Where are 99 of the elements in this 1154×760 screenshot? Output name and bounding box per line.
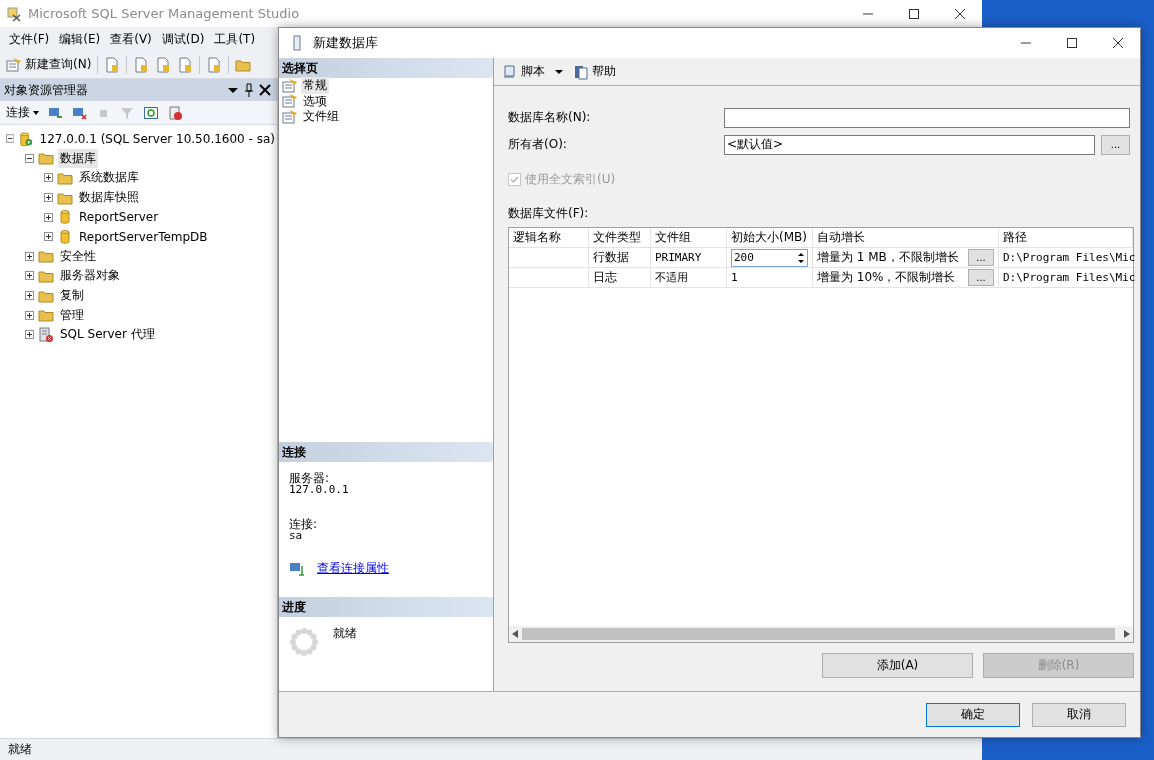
horizontal-scrollbar[interactable] (509, 626, 1133, 642)
expand-icon[interactable] (25, 251, 34, 261)
tree-item[interactable]: 管理 (58, 305, 86, 325)
expand-icon[interactable] (25, 330, 34, 340)
server-value: 127.0.0.1 (289, 484, 350, 496)
expand-icon[interactable] (44, 173, 53, 183)
window-title: Microsoft SQL Server Management Studio (28, 6, 300, 21)
table-cell: PRIMARY (655, 251, 702, 264)
menu-item[interactable]: 工具(T) (209, 28, 261, 50)
tree-item[interactable]: 服务器对象 (58, 266, 122, 286)
cancel-button[interactable]: 取消 (1032, 702, 1126, 727)
tree-item[interactable]: 系统数据库 (77, 168, 141, 188)
section-header: 选择页 (279, 58, 493, 78)
table-cell: 增量为 10%，不限制增长 (817, 269, 956, 286)
panel-title: 对象资源管理器 (4, 81, 89, 99)
column-header: 路径 (999, 228, 1133, 247)
close-icon[interactable] (1110, 35, 1126, 51)
expand-icon[interactable] (44, 232, 53, 242)
maximize-icon[interactable] (1064, 35, 1080, 51)
tree-item[interactable]: 复制 (58, 286, 86, 306)
progress-spinner-icon (289, 627, 319, 657)
menu-item[interactable]: 查看(V) (105, 28, 157, 50)
tree-item[interactable]: 127.0.0.1 (SQL Server 10.50.1600 - sa) (37, 130, 277, 147)
owner-field[interactable]: <默认值> (724, 134, 1095, 155)
table-cell: 行数据 (589, 248, 651, 267)
caret-icon (33, 110, 39, 115)
progress-status: 就绪 (333, 627, 357, 642)
script-button[interactable]: 脚本 (502, 63, 545, 80)
new-query-button[interactable]: 新建查询(N) (6, 56, 92, 73)
expand-icon[interactable] (44, 193, 53, 203)
table-cell: 日志 (589, 268, 651, 287)
section-label: 数据库文件(F): (508, 204, 589, 222)
column-header: 文件组 (651, 228, 727, 247)
view-connection-properties-link[interactable]: 查看连接属性 (317, 560, 389, 577)
database-icon (57, 209, 73, 226)
field-label: 所有者(O): (508, 136, 568, 153)
tree-item[interactable]: 数据库快照 (77, 188, 141, 208)
column-header: 自动增长 (813, 228, 999, 247)
agent-icon (38, 326, 54, 343)
server-label: 服务器: (289, 472, 330, 484)
add-button[interactable]: 添加(A) (822, 653, 973, 678)
connection-value: sa (289, 530, 303, 542)
expand-icon[interactable] (44, 212, 53, 222)
page-item[interactable]: 选项 (301, 92, 329, 110)
folder-icon (38, 248, 54, 265)
page-item[interactable]: 文件组 (301, 108, 341, 126)
table-cell: 不适用 (655, 271, 688, 284)
collapse-icon[interactable] (25, 153, 34, 163)
table-cell: D:\Program Files\Mic (1003, 271, 1136, 284)
tree-item[interactable]: SQL Server 代理 (58, 325, 157, 345)
collapse-icon[interactable] (6, 134, 15, 144)
browse-button[interactable]: ... (1101, 134, 1130, 155)
ok-button[interactable]: 确定 (926, 702, 1020, 727)
section-header: 进度 (279, 597, 493, 617)
tree-item[interactable]: ReportServer (77, 209, 161, 226)
database-name-field[interactable] (724, 107, 1130, 128)
size-spinner[interactable]: 200 (731, 248, 808, 267)
tree-item[interactable]: 安全性 (58, 246, 98, 266)
checkbox-label: 使用全文索引(U) (525, 171, 617, 188)
tree-item[interactable]: ReportServerTempDB (77, 228, 210, 245)
column-header: 文件类型 (589, 228, 651, 247)
database-icon (57, 228, 73, 245)
expand-icon[interactable] (25, 291, 34, 301)
scroll-left-icon[interactable] (512, 630, 518, 638)
table-cell: 增量为 1 MB，不限制增长 (817, 249, 959, 266)
column-header: 逻辑名称 (509, 228, 589, 247)
expand-icon[interactable] (25, 271, 34, 281)
properties-icon (282, 108, 298, 125)
close-icon[interactable] (257, 82, 273, 98)
field-label: 数据库名称(N): (508, 109, 592, 126)
menu-item[interactable]: 调试(D) (156, 28, 210, 50)
folder-icon (38, 150, 54, 167)
folder-icon (57, 170, 73, 186)
connect-button[interactable]: 连接 (6, 104, 39, 121)
connection-properties-icon[interactable] (289, 560, 305, 577)
browse-button[interactable]: ... (968, 269, 994, 286)
menu-item[interactable]: 编辑(E) (54, 28, 106, 50)
page-item[interactable]: 常规 (301, 77, 329, 95)
properties-icon (282, 93, 298, 110)
connection-label: 连接: (289, 518, 319, 530)
table-cell: 1 (731, 271, 738, 284)
properties-icon (6, 56, 22, 73)
status-text: 就绪 (8, 741, 32, 758)
server-icon (18, 130, 34, 147)
dialog-title: 新建数据库 (313, 34, 378, 52)
tree-item[interactable]: 数据库 (58, 148, 98, 168)
column-header: 初始大小(MB) (727, 228, 813, 247)
expand-icon[interactable] (25, 310, 34, 320)
help-document-icon (573, 63, 589, 80)
table-cell: D:\Program Files\Mic (1003, 251, 1136, 264)
properties-icon (282, 77, 298, 94)
section-header: 连接 (279, 442, 493, 462)
scroll-right-icon[interactable] (1124, 630, 1130, 638)
help-button[interactable]: 帮助 (573, 63, 616, 80)
folder-icon (38, 307, 54, 324)
app-icon (6, 5, 22, 22)
menu-item[interactable]: 文件(F) (4, 28, 55, 50)
refresh-icon[interactable] (143, 104, 159, 121)
browse-button[interactable]: ... (968, 249, 994, 266)
